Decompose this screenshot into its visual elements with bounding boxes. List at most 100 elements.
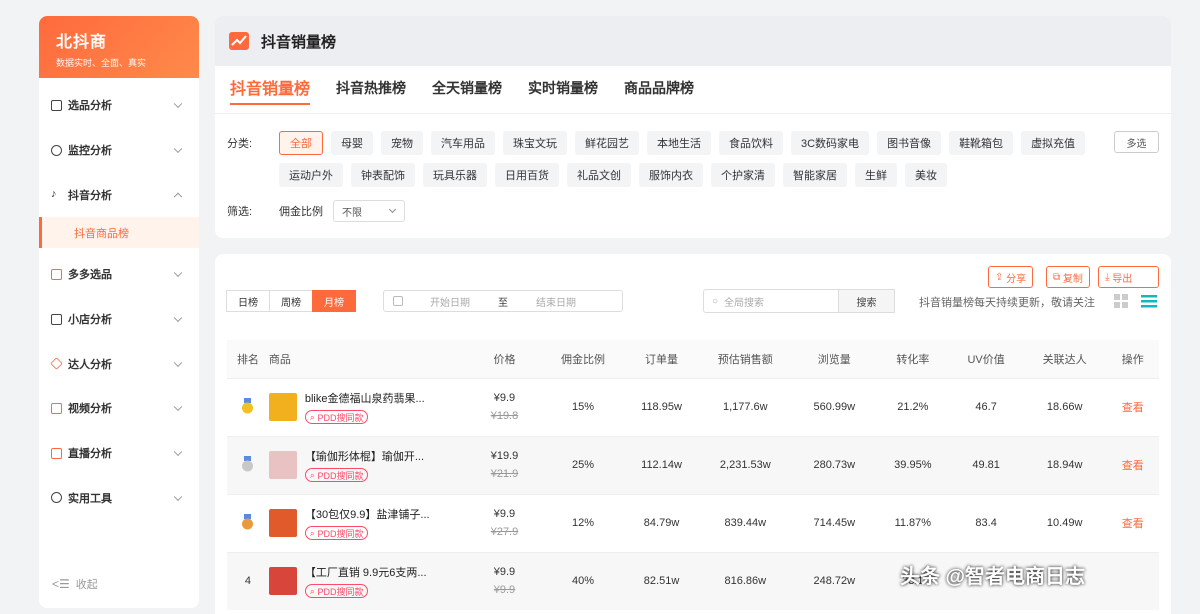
sidebar-item-tools[interactable]: 实用工具: [39, 476, 199, 521]
list-view-icon[interactable]: [1141, 293, 1157, 309]
sidebar-item-video-analysis[interactable]: 视频分析: [39, 386, 199, 431]
orders-cell: 82.51w: [624, 551, 699, 610]
commission-cell: 25%: [541, 435, 625, 494]
copy-button[interactable]: ⧉ 复制: [1046, 266, 1090, 288]
tab-allday-sales[interactable]: 全天销量榜: [432, 78, 502, 102]
tab-douyin-sales[interactable]: 抖音销量榜: [230, 75, 311, 105]
update-note: 抖音销量榜每天持续更新，敬请关注: [919, 297, 1095, 309]
view-link[interactable]: 查看: [1106, 377, 1159, 436]
pdd-tag-label: PDD搜同款: [317, 412, 364, 423]
sidebar-item-label: 实用工具: [68, 492, 112, 505]
product-thumbnail[interactable]: [268, 509, 297, 537]
price-cell: ¥9.9 ¥27.9: [467, 493, 542, 552]
category-chip[interactable]: 玩具乐器: [423, 163, 487, 187]
sidebar-item-monitor-analysis[interactable]: 监控分析: [39, 128, 199, 173]
category-chip[interactable]: 全部: [279, 131, 323, 155]
category-chip[interactable]: 美妆: [905, 163, 947, 187]
current-price: ¥9.9: [493, 566, 516, 578]
tab-realtime-sales[interactable]: 实时销量榜: [528, 78, 598, 102]
table-row[interactable]: 3 【30包仅9.9】盐津铺子... ⌕ PDD搜同款 ¥9.9 ¥27.9 12%84.…: [227, 493, 1159, 552]
category-chip[interactable]: 鲜花园艺: [575, 131, 639, 155]
category-chip[interactable]: 汽车用品: [431, 131, 495, 155]
sidebar-item-label: 小店分析: [68, 314, 112, 327]
category-chip[interactable]: 食品饮料: [719, 131, 783, 155]
view-link[interactable]: [1106, 551, 1159, 610]
export-button[interactable]: ⤓ 导出: [1098, 266, 1159, 288]
sidebar-item-influencer-analysis[interactable]: 达人分析: [39, 341, 199, 386]
category-chip[interactable]: 运动户外: [279, 163, 343, 187]
category-chip[interactable]: 鞋靴箱包: [949, 131, 1014, 155]
category-chip[interactable]: 母婴: [331, 131, 373, 155]
product-cell: 【瑜伽形体棍】瑜伽开... ⌕ PDD搜同款: [268, 435, 468, 494]
grid-view-icon[interactable]: [1113, 293, 1129, 309]
category-chip[interactable]: 珠宝文玩: [503, 131, 567, 155]
sidebar-item-douyin-analysis[interactable]: ♪ 抖音分析: [39, 172, 199, 217]
category-chip[interactable]: 个护家清: [711, 163, 775, 187]
category-chip[interactable]: 本地生活: [647, 131, 711, 155]
product-thumbnail[interactable]: [268, 393, 297, 421]
collapse-button[interactable]: <☰ 收起: [52, 576, 98, 592]
category-chip[interactable]: 图书音像: [877, 131, 942, 155]
sidebar-item-duoduo[interactable]: 多多选品: [39, 252, 199, 297]
current-price: ¥9.9: [493, 508, 516, 520]
category-chip[interactable]: 宠物: [381, 131, 423, 155]
sidebar-item-live-analysis[interactable]: 直播分析: [39, 431, 199, 476]
pdd-search-tag[interactable]: ⌕ PDD搜同款: [304, 410, 369, 424]
end-date-input[interactable]: 结束日期: [536, 294, 576, 309]
sidebar-item-label: 视频分析: [68, 403, 112, 416]
start-date-input[interactable]: 开始日期: [430, 294, 470, 309]
category-chip[interactable]: 3C数码家电: [791, 131, 870, 155]
pdd-search-tag[interactable]: ⌕ PDD搜同款: [304, 468, 369, 482]
table-row[interactable]: 2 【瑜伽形体棍】瑜伽开... ⌕ PDD搜同款 ¥19.9 ¥21.9 25%112.1…: [227, 435, 1159, 494]
period-month[interactable]: 月榜: [312, 290, 356, 312]
category-chip[interactable]: 生鲜: [855, 163, 897, 187]
product-name[interactable]: 【瑜伽形体棍】瑜伽开...: [305, 448, 435, 464]
chevron-down-icon: [388, 205, 397, 214]
brand-logo[interactable]: 北抖商 数据实时、全面、真实: [39, 16, 199, 78]
product-name[interactable]: blike金德福山泉药翡果...: [305, 390, 435, 406]
sidebar-item-label: 达人分析: [68, 358, 112, 371]
chevron-down-icon: [173, 313, 183, 323]
product-name[interactable]: 【30包仅9.9】盐津铺子...: [305, 506, 435, 522]
diamond-icon: [50, 357, 63, 371]
share-button[interactable]: ⇪ 分享: [988, 266, 1034, 288]
multi-select-button[interactable]: 多选: [1114, 131, 1159, 153]
view-link[interactable]: 查看: [1106, 435, 1159, 494]
rank-cell: 2: [227, 435, 269, 494]
original-price: ¥27.9: [490, 526, 519, 538]
product-thumbnail[interactable]: [268, 567, 297, 595]
pdd-search-tag[interactable]: ⌕ PDD搜同款: [304, 584, 369, 598]
sidebar-item-store-analysis[interactable]: 小店分析: [39, 297, 199, 342]
period-week[interactable]: 周榜: [269, 290, 313, 312]
date-range-picker[interactable]: 开始日期 至 结束日期: [383, 290, 623, 312]
uv-cell: 46.7: [949, 377, 1023, 436]
sidebar-item-product-analysis[interactable]: 选品分析: [39, 83, 199, 128]
period-day[interactable]: 日榜: [226, 290, 270, 312]
original-price: ¥9.9: [493, 584, 516, 596]
table-row[interactable]: 1 blike金德福山泉药翡果... ⌕ PDD搜同款 ¥9.9 ¥19.8 15%118…: [227, 377, 1159, 436]
sidebar-subitem-douyin-product-rank[interactable]: 抖音商品榜: [39, 217, 199, 249]
category-chip[interactable]: 礼品文创: [567, 163, 631, 187]
category-chip[interactable]: 服饰内衣: [639, 163, 703, 187]
search-button[interactable]: 搜索: [838, 289, 895, 313]
conversion-cell: 11.87%: [876, 493, 950, 552]
search-icon: ⌕: [309, 469, 315, 480]
column-header: 价格: [493, 353, 516, 366]
sales-cell: 839.44w: [698, 493, 793, 552]
conversion-cell: 21.2%: [876, 377, 950, 436]
category-chip[interactable]: 日用百货: [495, 163, 559, 187]
pdd-search-tag[interactable]: ⌕ PDD搜同款: [304, 526, 369, 540]
category-chip[interactable]: 智能家居: [783, 163, 847, 187]
search-input[interactable]: ○ 全局搜索: [703, 289, 839, 313]
column-header: UV价值: [967, 353, 1005, 366]
tab-bar: 抖音销量榜 抖音热推榜 全天销量榜 实时销量榜 商品品牌榜: [215, 66, 1171, 114]
view-link[interactable]: 查看: [1106, 493, 1159, 552]
commission-select[interactable]: 不限: [333, 200, 405, 222]
product-thumbnail[interactable]: [268, 451, 297, 479]
original-price: ¥19.8: [490, 410, 519, 422]
category-chip[interactable]: 钟表配饰: [351, 163, 415, 187]
tab-brand-rank[interactable]: 商品品牌榜: [624, 78, 694, 102]
product-name[interactable]: 【工厂直销 9.9元6支两...: [305, 564, 435, 580]
category-chip[interactable]: 虚拟充值: [1021, 131, 1086, 155]
tab-douyin-hot[interactable]: 抖音热推榜: [336, 78, 406, 102]
